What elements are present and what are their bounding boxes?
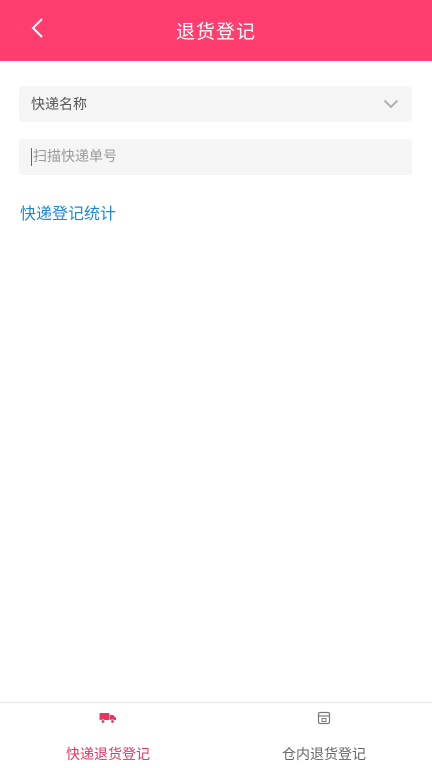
tab-warehouse-return[interactable]: 仓内退货登记: [216, 703, 432, 768]
tracking-number-input[interactable]: [31, 148, 400, 166]
page-title: 退货登记: [175, 21, 256, 43]
chevron-left-icon: [31, 18, 43, 38]
warehouse-icon: [315, 709, 333, 727]
courier-stats-link[interactable]: 快递登记统计: [20, 200, 116, 224]
tracking-number-field-wrapper: [19, 139, 412, 175]
courier-select-value: 快递名称: [31, 97, 87, 113]
tab-courier-return-label: 快递退货登记: [66, 747, 150, 763]
truck-icon: [99, 709, 117, 727]
courier-select[interactable]: 快递名称: [19, 86, 412, 122]
back-button[interactable]: [20, 10, 56, 46]
chevron-down-icon: [382, 95, 400, 113]
header-bar: 退货登记: [0, 0, 432, 61]
tab-warehouse-return-label: 仓内退货登记: [282, 747, 366, 763]
bottom-tab-bar: 快递退货登记 仓内退货登记: [0, 702, 432, 768]
tab-courier-return[interactable]: 快递退货登记: [0, 703, 216, 768]
app-screen: 退货登记 快递名称 快递登记统计 快递退货登记: [0, 0, 432, 768]
